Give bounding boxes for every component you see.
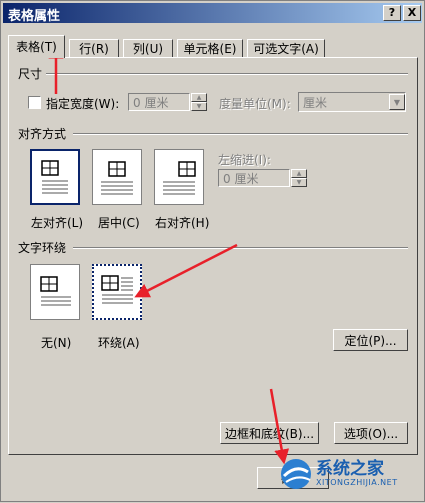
watermark-url: XITONGZHIJIA.NET xyxy=(316,478,398,487)
watermark-brand: 系统之家 xyxy=(316,459,384,479)
tab-table[interactable]: 表格(T) xyxy=(8,35,65,58)
table-properties-dialog: 表格属性 ? X 表格(T) 行(R) 列(U) 单元格(E) 可选文字(A) … xyxy=(0,0,425,502)
globe-icon xyxy=(281,459,311,489)
arrow-to-wrap-around-icon xyxy=(134,243,238,298)
watermark-logo: 系统之家 XITONGZHIJIA.NET xyxy=(276,446,421,501)
annotation-arrows xyxy=(48,43,290,465)
